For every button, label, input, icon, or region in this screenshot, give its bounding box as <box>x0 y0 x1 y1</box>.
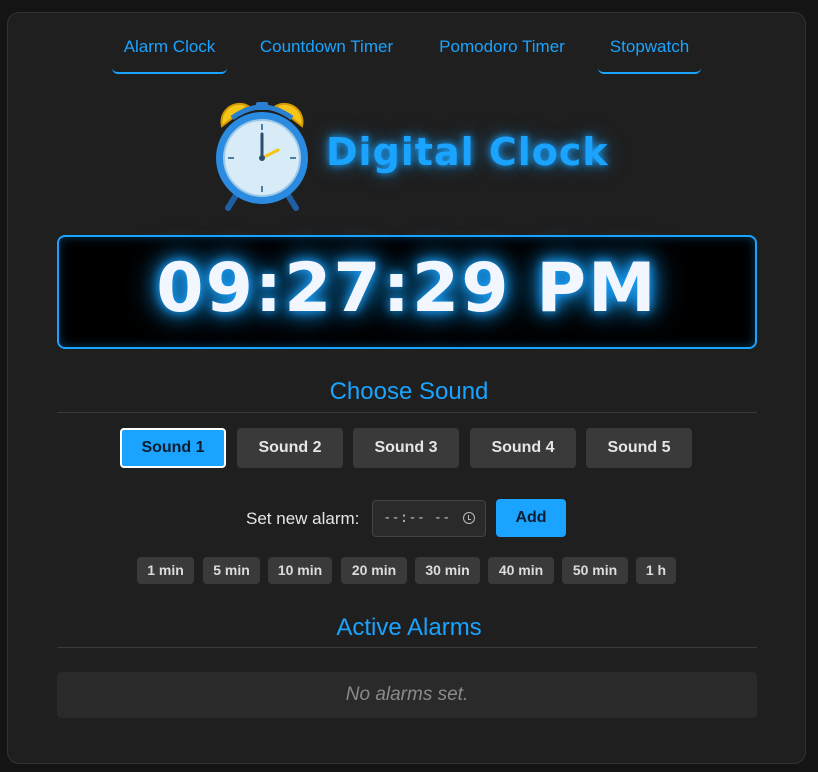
header: Digital Clock <box>0 96 818 216</box>
divider <box>57 412 757 413</box>
active-alarms-title: Active Alarms <box>336 614 482 641</box>
tab-alarm-clock[interactable]: Alarm Clock <box>112 36 227 74</box>
preset-20-min-button[interactable]: 20 min <box>341 557 407 584</box>
tab-countdown-timer[interactable]: Countdown Timer <box>250 36 403 74</box>
clock-icon[interactable] <box>463 512 475 524</box>
divider <box>57 647 757 648</box>
add-alarm-button[interactable]: Add <box>496 499 566 537</box>
preset-1-h-button[interactable]: 1 h <box>636 557 676 584</box>
empty-alarms-message: No alarms set. <box>57 672 757 718</box>
preset-10-min-button[interactable]: 10 min <box>268 557 332 584</box>
preset-50-min-button[interactable]: 50 min <box>562 557 628 584</box>
sound-section-title: Choose Sound <box>329 378 489 405</box>
tab-stopwatch[interactable]: Stopwatch <box>598 36 701 74</box>
sound-2-button[interactable]: Sound 2 <box>237 428 343 468</box>
alarm-time-value: --:-- -- <box>383 510 451 526</box>
sound-5-button[interactable]: Sound 5 <box>586 428 692 468</box>
set-alarm-label: Set new alarm: <box>246 509 360 528</box>
alarm-time-input[interactable]: --:-- -- <box>372 500 486 537</box>
sound-3-button[interactable]: Sound 3 <box>353 428 459 468</box>
nav-bar: Alarm Clock Countdown Timer Pomodoro Tim… <box>0 36 818 76</box>
preset-30-min-button[interactable]: 30 min <box>415 557 480 584</box>
preset-5-min-button[interactable]: 5 min <box>203 557 260 584</box>
alarm-clock-icon <box>216 102 308 211</box>
preset-40-min-button[interactable]: 40 min <box>488 557 554 584</box>
clock-display: 09:27:29 PM <box>57 235 757 349</box>
tab-pomodoro-timer[interactable]: Pomodoro Timer <box>427 36 577 74</box>
sound-4-button[interactable]: Sound 4 <box>470 428 576 468</box>
preset-1-min-button[interactable]: 1 min <box>137 557 194 584</box>
sound-1-button[interactable]: Sound 1 <box>120 428 226 468</box>
clock-time: 09:27:29 PM <box>156 249 658 328</box>
app-title: Digital Clock <box>326 130 609 174</box>
